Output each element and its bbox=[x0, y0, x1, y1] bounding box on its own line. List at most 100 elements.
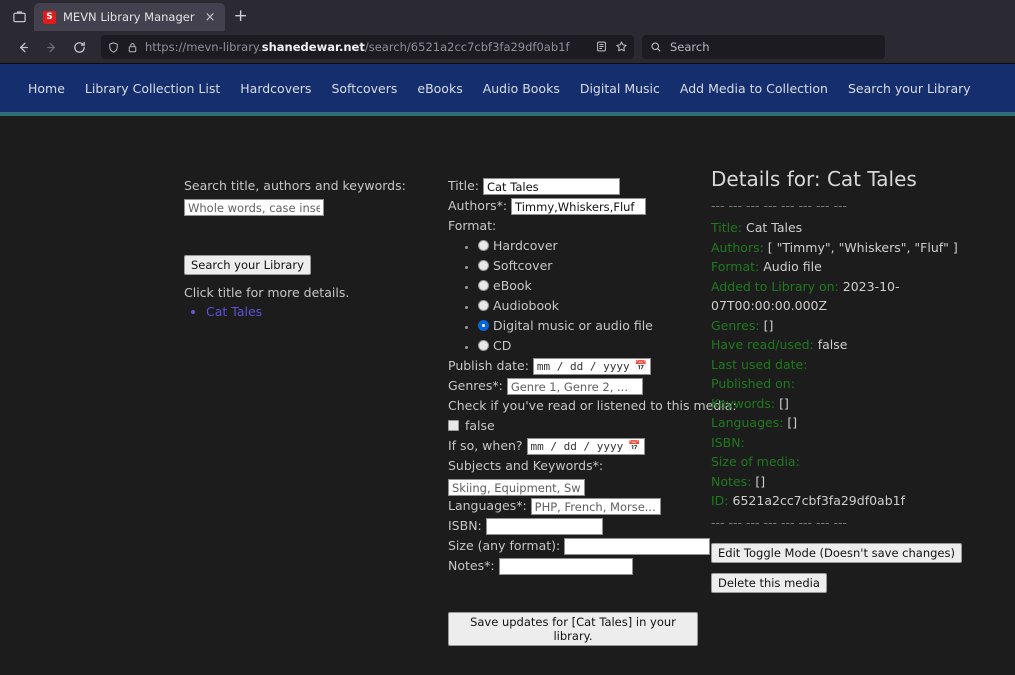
detail-row-last-used: Last used date: bbox=[711, 355, 1011, 375]
delete-media-button[interactable]: Delete this media bbox=[711, 572, 827, 593]
edit-toggle-mode-button[interactable]: Edit Toggle Mode (Doesn't save changes) bbox=[711, 542, 962, 563]
page-viewport: Home Library Collection List Hardcovers … bbox=[0, 64, 1015, 675]
if-so-when-label: If so, when? bbox=[448, 438, 523, 453]
browser-search-placeholder: Search bbox=[670, 40, 710, 54]
detail-key: ISBN: bbox=[711, 434, 745, 450]
subjects-keywords-input[interactable] bbox=[448, 479, 585, 496]
detail-value: false bbox=[817, 337, 848, 352]
list-item: Audiobook bbox=[478, 296, 698, 316]
list-item: Cat Tales bbox=[206, 304, 414, 319]
browser-search-bar[interactable]: Search bbox=[642, 35, 885, 59]
radio-label-cd: CD bbox=[493, 338, 512, 353]
authors-input[interactable] bbox=[511, 198, 647, 215]
authors-row: Authors*: bbox=[448, 196, 698, 216]
calendar-icon[interactable]: 📅 bbox=[635, 360, 647, 374]
title-label: Title: bbox=[448, 178, 479, 193]
nav-library-collection-list[interactable]: Library Collection List bbox=[75, 81, 230, 96]
address-bar[interactable]: https://mevn-library.shanedewar.net/sear… bbox=[101, 35, 634, 59]
publish-date-row: Publish date: mm / dd / yyyy 📅 bbox=[448, 356, 698, 376]
nav-home[interactable]: Home bbox=[18, 81, 75, 96]
detail-key: Languages: bbox=[711, 415, 784, 430]
radio-label-softcover: Softcover bbox=[493, 258, 553, 273]
detail-key: Published on: bbox=[711, 376, 795, 391]
publish-date-value: mm / dd / yyyy bbox=[536, 359, 630, 373]
detail-row-notes: Notes: [] bbox=[711, 472, 1011, 492]
forward-button-icon bbox=[38, 34, 64, 60]
search-library-button[interactable]: Search your Library bbox=[184, 255, 311, 275]
list-item: CD bbox=[478, 336, 698, 356]
languages-input[interactable] bbox=[530, 498, 661, 515]
detail-value: [] bbox=[779, 395, 789, 411]
detail-row-size: Size of media: bbox=[711, 452, 1011, 472]
bookmark-star-icon[interactable] bbox=[615, 38, 628, 57]
tab-title: MEVN Library Manager bbox=[63, 10, 195, 24]
search-icon bbox=[651, 42, 661, 52]
nav-digital-music[interactable]: Digital Music bbox=[570, 81, 670, 96]
site-navigation: Home Library Collection List Hardcovers … bbox=[0, 64, 1015, 116]
new-tab-icon[interactable]: + bbox=[227, 2, 255, 30]
radio-softcover[interactable] bbox=[478, 260, 489, 271]
read-checkbox-row: false bbox=[448, 416, 698, 436]
page-body: Search title, authors and keywords: Sear… bbox=[0, 116, 1015, 672]
languages-label: Languages*: bbox=[448, 498, 527, 513]
languages-row: Languages*: bbox=[448, 496, 698, 516]
read-used-checkbox[interactable] bbox=[448, 420, 459, 431]
url-text: https://mevn-library.shanedewar.net/sear… bbox=[145, 40, 570, 54]
result-link-cat-tales[interactable]: Cat Tales bbox=[206, 304, 262, 319]
last-used-date-input[interactable]: mm / dd / yyyy 📅 bbox=[526, 438, 645, 455]
nav-ebooks[interactable]: eBooks bbox=[407, 81, 472, 96]
search-panel: Search title, authors and keywords: Sear… bbox=[184, 176, 414, 319]
detail-key: Size of media: bbox=[711, 454, 800, 469]
radio-ebook[interactable] bbox=[478, 280, 489, 291]
list-all-tabs-icon[interactable] bbox=[4, 2, 34, 30]
detail-row-have-read: Have read/used: false bbox=[711, 335, 1011, 355]
title-input[interactable] bbox=[482, 178, 620, 195]
radio-label-audiobook: Audiobook bbox=[493, 298, 559, 313]
search-panel-heading: Search title, authors and keywords: bbox=[184, 178, 406, 193]
size-input[interactable] bbox=[564, 538, 711, 555]
nav-hardcovers[interactable]: Hardcovers bbox=[230, 81, 321, 96]
media-edit-form: Title: Authors*: Format: Hardcover Softc… bbox=[448, 176, 737, 646]
details-panel: Details for: Cat Tales --- --- --- --- -… bbox=[711, 166, 1011, 593]
detail-value: Audio file bbox=[763, 259, 822, 274]
nav-add-media-to-collection[interactable]: Add Media to Collection bbox=[670, 81, 838, 96]
detail-row-format: Format: Audio file bbox=[711, 257, 1011, 277]
authors-label: Authors*: bbox=[448, 198, 508, 213]
nav-softcovers[interactable]: Softcovers bbox=[321, 81, 407, 96]
list-item: Softcover bbox=[478, 256, 698, 276]
nav-search-your-library[interactable]: Search your Library bbox=[838, 81, 981, 96]
close-tab-icon[interactable]: × bbox=[202, 9, 219, 26]
divider-bottom: --- --- --- --- --- --- --- --- bbox=[711, 514, 848, 530]
reload-button-icon[interactable] bbox=[66, 34, 92, 60]
detail-key: Title: bbox=[711, 220, 742, 235]
search-hint: Click title for more details. bbox=[184, 285, 350, 300]
back-button-icon[interactable] bbox=[10, 34, 36, 60]
notes-input[interactable] bbox=[498, 558, 633, 575]
genres-input[interactable] bbox=[506, 378, 643, 395]
detail-value: [] bbox=[787, 415, 798, 430]
radio-digital-music[interactable] bbox=[478, 320, 489, 331]
radio-cd[interactable] bbox=[478, 340, 489, 351]
browser-tab[interactable]: S MEVN Library Manager × bbox=[34, 3, 225, 31]
detail-key: Authors: bbox=[711, 239, 764, 255]
isbn-row: ISBN: bbox=[448, 516, 698, 536]
lock-icon bbox=[126, 41, 139, 54]
save-updates-button[interactable]: Save updates for [Cat Tales] in your lib… bbox=[448, 612, 698, 646]
search-input[interactable] bbox=[184, 199, 324, 216]
detail-value: [] bbox=[763, 317, 774, 333]
size-label: Size (any format): bbox=[448, 538, 561, 553]
nav-audio-books[interactable]: Audio Books bbox=[473, 81, 570, 96]
detail-key: Keywords: bbox=[711, 395, 776, 411]
isbn-input[interactable] bbox=[485, 518, 603, 535]
calendar-icon[interactable]: 📅 bbox=[628, 440, 640, 454]
list-item: Hardcover bbox=[478, 236, 698, 256]
size-row: Size (any format): bbox=[448, 536, 711, 556]
radio-audiobook[interactable] bbox=[478, 300, 489, 311]
reader-view-icon[interactable] bbox=[595, 38, 608, 57]
notes-row: Notes*: bbox=[448, 556, 698, 576]
detail-row-keywords: Keywords: [] bbox=[711, 394, 1011, 414]
detail-value: [] bbox=[755, 473, 766, 489]
radio-hardcover[interactable] bbox=[478, 240, 489, 251]
publish-date-input[interactable]: mm / dd / yyyy 📅 bbox=[532, 358, 652, 375]
publish-date-label: Publish date: bbox=[448, 358, 529, 373]
